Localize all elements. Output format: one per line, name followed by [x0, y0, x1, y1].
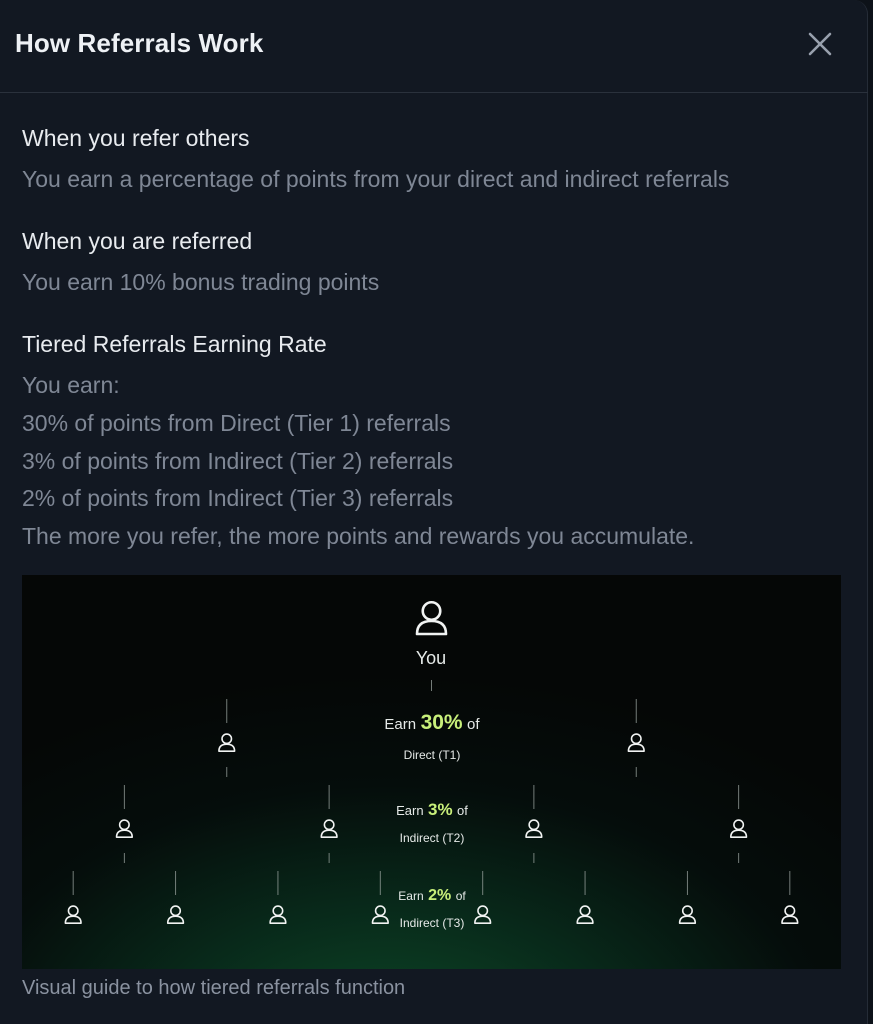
tier2-earn-label: Earn 3% of — [322, 800, 542, 820]
tier3-name: Indirect (T3) — [399, 916, 465, 930]
tier2-user-icon — [729, 819, 748, 838]
tier3-percent: 2% — [428, 887, 452, 904]
section-desc-referred: You earn 10% bonus trading points — [22, 269, 380, 295]
tier1-of-text: of — [467, 716, 480, 733]
tiered-line-tier2: 3% of points from Indirect (Tier 2) refe… — [22, 448, 454, 474]
tier1-user-icon — [218, 733, 236, 752]
tier1-name: Direct (T1) — [403, 748, 461, 762]
tier1-user-icon — [627, 733, 645, 752]
tiered-line-tier1: 30% of points from Direct (Tier 1) refer… — [22, 410, 451, 436]
tier3-earn-text: Earn — [398, 889, 424, 903]
section-desc-refer-others: You earn a percentage of points from you… — [22, 166, 730, 192]
referrals-modal: How Referrals Work When you refer others… — [0, 0, 868, 1024]
tier3-user-icon — [64, 905, 82, 924]
root-label-you: You — [415, 648, 447, 668]
modal-title: How Referrals Work — [15, 28, 264, 58]
referral-tree-graphics — [22, 600, 841, 924]
tiered-line-intro: You earn: — [22, 372, 120, 398]
tier3-user-icon — [269, 905, 287, 924]
tier3-user-icon — [781, 905, 799, 924]
tier2-user-icon — [115, 819, 134, 838]
tier3-user-icon — [166, 905, 185, 924]
section-title-refer-others: When you refer others — [22, 125, 250, 151]
tiered-line-tier3: 2% of points from Indirect (Tier 3) refe… — [22, 485, 454, 511]
tier2-earn-text: Earn — [396, 803, 424, 818]
diagram-caption: Visual guide to how tiered referrals fun… — [22, 977, 406, 999]
tier2-name: Indirect (T2) — [399, 831, 465, 845]
section-title-referred: When you are referred — [22, 228, 253, 254]
tier3-user-icon — [576, 905, 594, 924]
tier1-earn-label: Earn 30% of — [322, 711, 542, 735]
close-icon — [808, 32, 832, 56]
tier1-earn-text: Earn — [384, 716, 417, 733]
modal-header: How Referrals Work — [0, 0, 868, 93]
section-title-tiered: Tiered Referrals Earning Rate — [22, 331, 327, 357]
user-icon-you — [415, 600, 448, 636]
tier1-percent: 30% — [420, 711, 463, 734]
close-button[interactable] — [800, 24, 840, 64]
tier2-of-text: of — [457, 803, 468, 818]
tiered-line-summary: The more you refer, the more points and … — [22, 523, 695, 549]
tier3-of-text: of — [455, 889, 466, 903]
referral-tree-diagram: You Earn 30% of Direct (T1) Earn 3% of I… — [22, 575, 841, 969]
tier2-percent: 3% — [428, 800, 453, 819]
tier3-earn-label: Earn 2% of — [322, 887, 542, 905]
tier3-user-icon — [678, 905, 697, 924]
